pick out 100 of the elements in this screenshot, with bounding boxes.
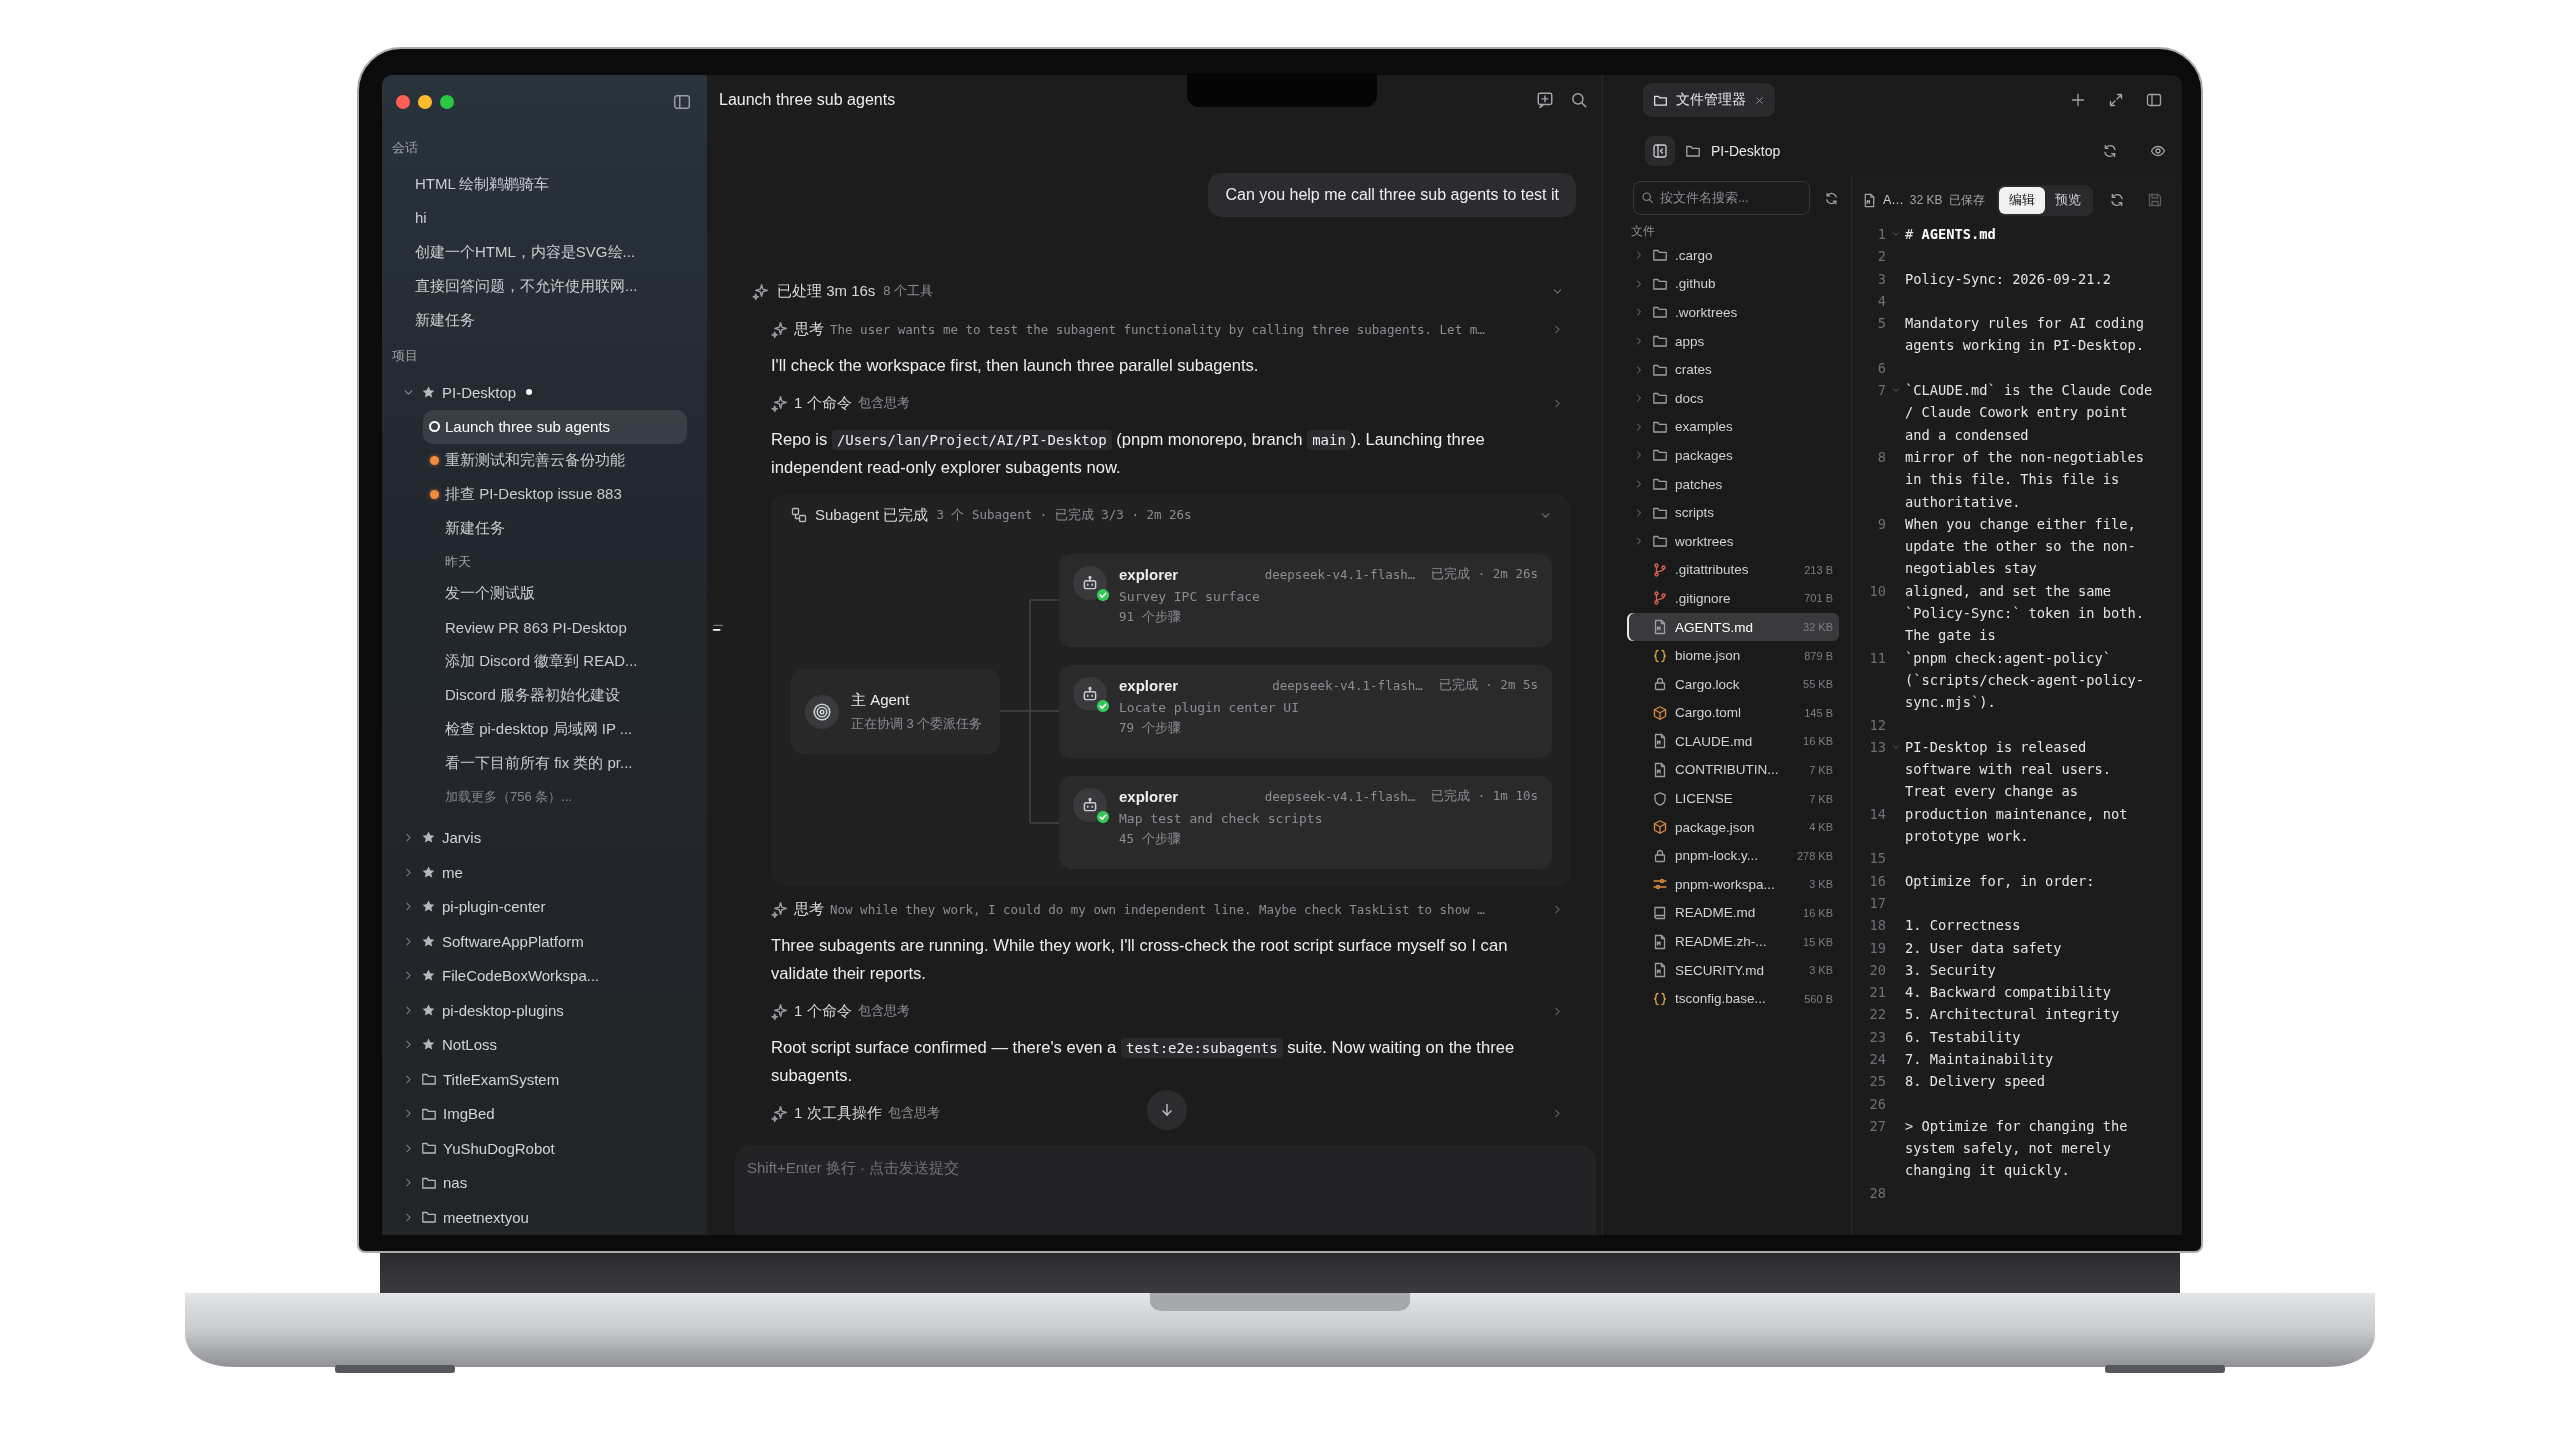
conversation-item[interactable]: 创建一个HTML，内容是SVG绘... bbox=[392, 235, 697, 269]
mode-tab[interactable]: 预览 bbox=[2044, 186, 2091, 214]
file-item[interactable]: .github bbox=[1627, 269, 1839, 299]
file-item[interactable]: tsconfig.base... 560 B bbox=[1627, 984, 1839, 1014]
file-item[interactable]: examples bbox=[1627, 412, 1839, 442]
subagent-icon bbox=[791, 507, 807, 523]
panel-icon[interactable] bbox=[2146, 92, 2162, 108]
file-item[interactable]: SECURITY.md 3 KB bbox=[1627, 955, 1839, 985]
refresh-icon[interactable] bbox=[2102, 143, 2118, 159]
task-item[interactable]: 新建任务 bbox=[423, 511, 687, 546]
project-item[interactable]: nas bbox=[392, 1165, 697, 1200]
task-item[interactable]: 添加 Discord 徽章到 READ... bbox=[423, 644, 687, 679]
project-item[interactable]: pi-plugin-center bbox=[392, 889, 697, 924]
project-item[interactable]: FileCodeBoxWorkspa... bbox=[392, 958, 697, 993]
file-item[interactable]: package.json 4 KB bbox=[1627, 812, 1839, 842]
scroll-down-button[interactable] bbox=[1147, 1090, 1187, 1130]
project-item[interactable]: me bbox=[392, 855, 697, 890]
conversation-item[interactable]: 直接回答问题，不允许使用联网... bbox=[392, 269, 697, 303]
project-item[interactable]: pi-desktop-plugins bbox=[392, 993, 697, 1028]
file-item[interactable]: Cargo.lock 55 KB bbox=[1627, 669, 1839, 699]
document-icon bbox=[1652, 733, 1668, 750]
task-item[interactable]: 重新测试和完善云备份功能 bbox=[423, 443, 687, 478]
braces-icon bbox=[1652, 990, 1668, 1007]
zoom-button[interactable] bbox=[440, 95, 454, 109]
file-item[interactable]: docs bbox=[1627, 383, 1839, 413]
project-item[interactable]: meetnextyou bbox=[392, 1200, 697, 1235]
file-item[interactable]: README.md 16 KB bbox=[1627, 898, 1839, 928]
task-item[interactable]: 发一个测试版 bbox=[423, 576, 687, 611]
code-line: 5. Architectural integrity bbox=[1905, 1005, 2121, 1025]
file-item[interactable]: pnpm-workspa... 3 KB bbox=[1627, 870, 1839, 899]
search-field[interactable]: 按文件名搜索... bbox=[1633, 181, 1810, 215]
file-size: 4 KB bbox=[1809, 821, 1833, 834]
file-item[interactable]: .gitignore 701 B bbox=[1627, 584, 1839, 613]
line-number: 9 bbox=[1876, 514, 1886, 534]
task-item[interactable]: 看一下目前所有 fix 类的 pr... bbox=[423, 746, 687, 781]
folder-icon bbox=[421, 1140, 437, 1157]
thought-text: Now while they work, I could do my own independent line. Maybe check TaskList to show … bbox=[830, 901, 1486, 917]
project-item[interactable]: SoftwareAppPlatform bbox=[392, 924, 697, 959]
load-more-link[interactable]: 加载更多（756 条）... bbox=[445, 780, 697, 813]
conversation-item[interactable]: HTML 绘制鹈鹕骑车 bbox=[392, 167, 697, 201]
folder-icon bbox=[421, 1209, 437, 1226]
file-item[interactable]: .worktrees bbox=[1627, 298, 1839, 327]
file-item[interactable]: biome.json 879 B bbox=[1627, 641, 1839, 670]
file-item[interactable]: pnpm-lock.y... 278 KB bbox=[1627, 841, 1839, 871]
file-item[interactable]: README.zh-... 15 KB bbox=[1627, 927, 1839, 956]
file-item[interactable]: crates bbox=[1627, 355, 1839, 384]
conversation-item[interactable]: hi bbox=[392, 201, 697, 235]
minimize-button[interactable] bbox=[418, 95, 432, 109]
user-message: Can you help me call three sub agents to test it bbox=[1208, 173, 1576, 217]
collapse-tree-button[interactable] bbox=[1645, 136, 1675, 166]
task-item[interactable]: 检查 pi-desktop 局域网 IP ... bbox=[423, 712, 687, 747]
file-item[interactable]: CONTRIBUTIN... 7 KB bbox=[1627, 755, 1839, 785]
file-size: 55 KB bbox=[1803, 678, 1833, 691]
panel-tab[interactable]: 文件管理器 bbox=[1643, 83, 1775, 117]
close-icon bbox=[1754, 94, 1765, 106]
star-icon bbox=[421, 864, 436, 880]
line-number: 4 bbox=[1876, 291, 1886, 311]
file-item[interactable]: CLAUDE.md 16 KB bbox=[1627, 727, 1839, 756]
project-item[interactable]: ImgBed bbox=[392, 1096, 697, 1131]
document-icon bbox=[1862, 192, 1877, 208]
new-chat-icon[interactable] bbox=[1536, 91, 1554, 109]
search-icon[interactable] bbox=[1570, 91, 1588, 109]
sparkle-icon bbox=[771, 1104, 788, 1122]
expand-icon[interactable] bbox=[2108, 92, 2124, 108]
refresh-icon[interactable] bbox=[2108, 192, 2125, 208]
file-item[interactable]: packages bbox=[1627, 441, 1839, 470]
sidebar-toggle-icon[interactable] bbox=[673, 93, 691, 111]
file-item[interactable]: patches bbox=[1627, 469, 1839, 499]
tool-count: 8 个工具 bbox=[883, 282, 934, 300]
subagent-title: Subagent 已完成 bbox=[815, 505, 929, 525]
project-item[interactable]: NotLoss bbox=[392, 1027, 697, 1062]
file-item[interactable]: .gitattributes 213 B bbox=[1627, 555, 1839, 585]
code-line: `pnpm check:agent-policy` (`scripts/check-agent-policy-sync.mjs`). bbox=[1905, 648, 2145, 713]
file-item[interactable]: apps bbox=[1627, 326, 1839, 356]
project-item[interactable]: YuShuDogRobot bbox=[392, 1131, 697, 1166]
document-icon bbox=[1652, 933, 1668, 950]
close-button[interactable] bbox=[396, 95, 410, 109]
project-item[interactable]: Jarvis bbox=[392, 820, 697, 855]
file-item[interactable]: .cargo bbox=[1627, 241, 1839, 270]
file-item[interactable]: scripts bbox=[1627, 498, 1839, 527]
task-item[interactable]: Discord 服务器初始化建设 bbox=[423, 678, 687, 713]
project-item[interactable]: PI-Desktop bbox=[392, 375, 697, 410]
mode-tab[interactable]: 编辑 bbox=[1998, 186, 2045, 214]
line-number: 26 bbox=[1868, 1094, 1886, 1114]
eye-icon[interactable] bbox=[2150, 143, 2166, 159]
message-input[interactable]: Shift+Enter 换行 · 点击发送提交 bbox=[735, 1145, 1596, 1235]
step-count: 91 个步骤 bbox=[1119, 609, 1182, 626]
file-item[interactable]: AGENTS.md 32 KB bbox=[1627, 612, 1839, 642]
file-item[interactable]: LICENSE 7 KB bbox=[1627, 784, 1839, 813]
refresh-icon[interactable] bbox=[1824, 190, 1839, 206]
plus-icon[interactable] bbox=[2070, 92, 2086, 108]
file-item[interactable]: Cargo.toml 145 B bbox=[1627, 698, 1839, 728]
task-item[interactable]: Review PR 863 PI-Desktop bbox=[423, 610, 687, 645]
file-size: 879 B bbox=[1804, 649, 1833, 662]
conversation-item[interactable]: 新建任务 bbox=[392, 303, 697, 337]
project-item[interactable]: TitleExamSystem bbox=[392, 1062, 697, 1097]
task-item[interactable]: 排查 PI-Desktop issue 883 bbox=[423, 477, 687, 512]
save-icon[interactable] bbox=[2146, 192, 2163, 208]
task-item[interactable]: Launch three sub agents bbox=[423, 409, 687, 444]
file-item[interactable]: worktrees bbox=[1627, 526, 1839, 556]
